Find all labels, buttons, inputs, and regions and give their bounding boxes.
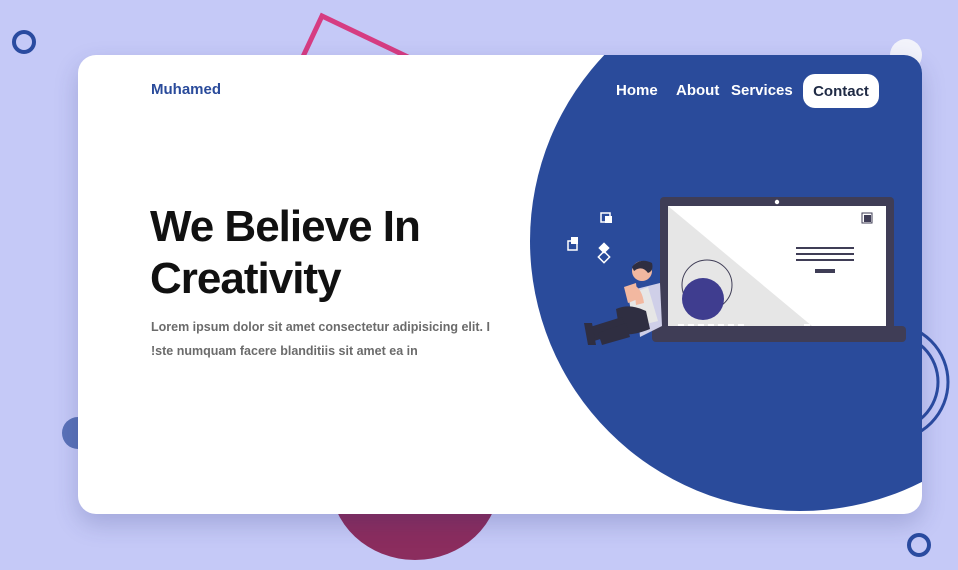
brand-logo[interactable]: Muhamed [151, 81, 221, 98]
laptop-person-illustration [567, 197, 906, 345]
headline-line-2: Creativity [150, 254, 342, 303]
laptop-illustration [652, 197, 906, 342]
person-illustration [584, 260, 662, 345]
headline-line-1: We Believe In [150, 202, 421, 251]
landing-page: Muhamed Home About Services Contact We B… [0, 0, 958, 570]
nav-home[interactable]: Home [616, 82, 658, 99]
description-line-2: !ste numquam facere blanditiis sit amet … [151, 344, 418, 358]
ring-decoration-bottomright [907, 533, 931, 557]
description-line-1: Lorem ipsum dolor sit amet consectetur a… [151, 320, 490, 334]
nav-about[interactable]: About [676, 82, 719, 99]
hero-description: Lorem ipsum dolor sit amet consectetur a… [151, 315, 511, 363]
ring-decoration-topleft [12, 30, 36, 54]
hero-card: Muhamed Home About Services Contact We B… [78, 55, 922, 514]
floating-square-icons [567, 212, 612, 264]
contact-button[interactable]: Contact [803, 74, 879, 108]
hero-headline: We Believe In Creativity [150, 201, 530, 305]
nav-services[interactable]: Services [731, 82, 793, 99]
